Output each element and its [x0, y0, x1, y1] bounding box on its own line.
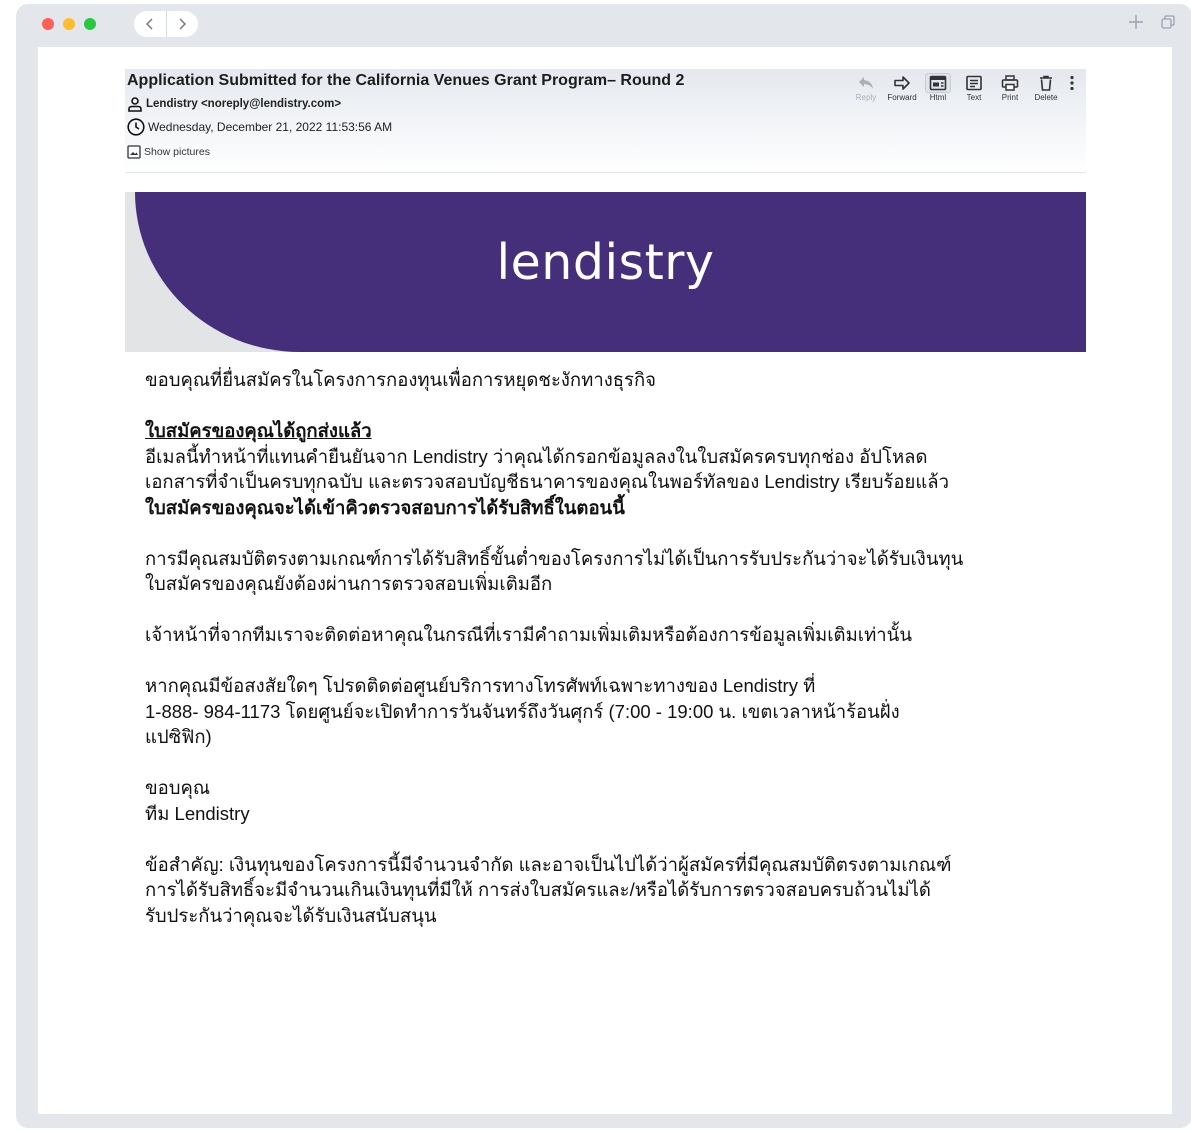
paragraph-important: ข้อสำคัญ: เงินทุนของโครงการนี้มีจำนวนจำก…: [145, 852, 1045, 929]
p2-line2: ใบสมัครของคุณยังต้องผ่านการตรวจสอบเพิ่มเ…: [145, 573, 553, 594]
print-label: Print: [1001, 93, 1019, 102]
more-options-button[interactable]: [1064, 73, 1080, 91]
paragraph-contact-note: เจ้าหน้าที่จากทีมเราจะติดต่อหาคุณในกรณีท…: [145, 624, 912, 645]
navigation-buttons: [134, 11, 198, 37]
reply-label: Reply: [855, 93, 877, 102]
sender-address: Lendistry <noreply@lendistry.com>: [146, 98, 342, 110]
p4-line3: แปซิฟิก): [145, 726, 212, 747]
signature-text: ทีม Lendistry: [145, 802, 250, 824]
reply-button[interactable]: Reply: [848, 73, 884, 102]
text-view-button[interactable]: Text: [956, 73, 992, 102]
submitted-heading: ใบสมัครของคุณได้ถูกส่งแล้ว: [145, 420, 372, 441]
email-from: Lendistry <noreply@lendistry.com>: [127, 96, 341, 112]
chevron-right-icon: [179, 18, 187, 30]
text-label: Text: [966, 93, 982, 102]
delete-label: Delete: [1034, 93, 1058, 102]
window-controls: [42, 18, 96, 30]
html-view-button[interactable]: Html: [920, 73, 956, 102]
reply-icon: [859, 77, 873, 89]
date-text: Wednesday, December 21, 2022 11:53:56 AM: [148, 120, 393, 134]
maximize-window-button[interactable]: [84, 18, 96, 30]
signoff: ขอบคุณ ทีม Lendistry: [145, 775, 1045, 826]
chevron-left-icon: [145, 18, 153, 30]
browser-window: Application Submitted for the California…: [16, 4, 1191, 1128]
browser-controls: [1128, 14, 1176, 30]
forward-email-button[interactable]: Forward: [884, 73, 920, 102]
p1-line2: เอกสารที่จำเป็นครบทุกฉบับ และตรวจสอบบัญช…: [145, 471, 949, 492]
p5-line1: ข้อสำคัญ: เงินทุนของโครงการนี้มีจำนวนจำก…: [145, 853, 952, 875]
print-button[interactable]: Print: [992, 73, 1028, 102]
paragraph-eligibility: การมีคุณสมบัติตรงตามเกณฑ์การได้รับสิทธิ์…: [145, 546, 1045, 597]
minimize-window-button[interactable]: [63, 18, 75, 30]
clock-icon: [127, 118, 145, 136]
close-window-button[interactable]: [42, 18, 54, 30]
email-page: Application Submitted for the California…: [38, 47, 1172, 1114]
more-vertical-icon: [1070, 75, 1074, 91]
tab-overview-icon[interactable]: [1160, 14, 1176, 30]
image-icon: [127, 145, 141, 159]
p4-line1: หากคุณมีข้อสงสัยใดๆ โปรดติดต่อศูนย์บริกา…: [145, 675, 816, 696]
forward-button[interactable]: [165, 11, 199, 37]
show-pictures-link[interactable]: Show pictures: [127, 145, 210, 159]
forward-arrow-icon: [894, 76, 910, 90]
printer-icon: [1001, 75, 1019, 91]
email-toolbar: Reply Forward Html Text Print Delete: [848, 73, 1080, 102]
plus-icon[interactable]: [1128, 14, 1144, 30]
html-view-icon: [929, 75, 947, 91]
trash-icon: [1040, 75, 1052, 91]
email-body: ขอบคุณที่ยื่นสมัครในโครงการกองทุนเพื่อกา…: [145, 367, 1045, 954]
email-subject: Application Submitted for the California…: [127, 72, 685, 89]
show-pictures-label: Show pictures: [144, 146, 210, 158]
forward-label: Forward: [887, 93, 917, 102]
html-label: Html: [929, 93, 947, 102]
p2-line1: การมีคุณสมบัติตรงตามเกณฑ์การได้รับสิทธิ์…: [145, 547, 964, 569]
intro-text: ขอบคุณที่ยื่นสมัครในโครงการกองทุนเพื่อกา…: [145, 369, 657, 390]
email-date: Wednesday, December 21, 2022 11:53:56 AM: [127, 118, 392, 136]
lendistry-banner: lendistry: [125, 192, 1086, 352]
closing-text: ขอบคุณ: [145, 777, 211, 798]
lendistry-logo: lendistry: [496, 234, 715, 291]
p5-line2: การได้รับสิทธิ์จะมีจำนวนเกินเงินทุนที่มี…: [145, 879, 931, 900]
back-button[interactable]: [134, 11, 166, 37]
text-view-icon: [966, 75, 982, 91]
p1-line1: อีเมลนี้ทำหน้าที่แทนคำยืนยันจาก Lendistr…: [145, 445, 928, 467]
p4-line2: 1-888- 984-1173 โดยศูนย์จะเปิดทำการวันจั…: [145, 700, 900, 722]
paragraph-support: หากคุณมีข้อสงสัยใดๆ โปรดติดต่อศูนย์บริกา…: [145, 673, 1045, 750]
delete-button[interactable]: Delete: [1028, 73, 1064, 102]
user-icon: [128, 97, 142, 112]
email-header: Application Submitted for the California…: [125, 69, 1086, 173]
queue-notice: ใบสมัครของคุณจะได้เข้าคิวตรวจสอบการได้รั…: [145, 496, 625, 518]
p5-line3: รับประกันว่าคุณจะได้รับเงินสนับสนุน: [145, 904, 437, 926]
paragraph-submitted: ใบสมัครของคุณได้ถูกส่งแล้ว อีเมลนี้ทำหน้…: [145, 418, 1045, 520]
